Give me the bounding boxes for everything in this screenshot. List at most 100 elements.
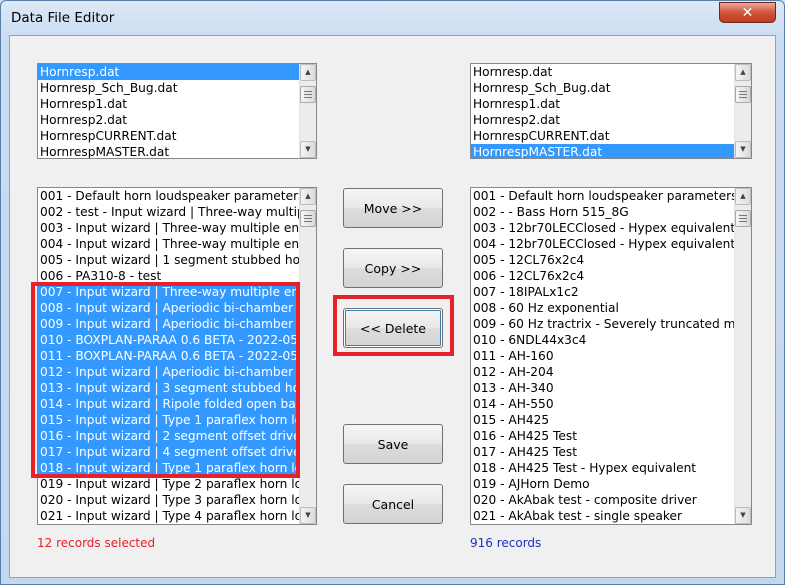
list-item[interactable]: 016 - Input wizard | 2 segment offset dr…: [38, 428, 299, 444]
scroll-thumb[interactable]: [300, 210, 316, 227]
list-item[interactable]: 006 - 12CL76x2c4: [471, 268, 734, 284]
list-item[interactable]: 020 - AkAbak test - composite driver: [471, 492, 734, 508]
scroll-up-button[interactable]: ▲: [735, 64, 751, 81]
list-item[interactable]: 021 - Input wizard | Type 4 paraflex hor…: [38, 508, 299, 524]
arrow-up-icon: ▲: [740, 192, 746, 200]
list-item[interactable]: 018 - AH425 Test - Hypex equivalent: [471, 460, 734, 476]
list-item[interactable]: HornrespMASTER.dat: [471, 144, 734, 158]
list-item[interactable]: 012 - AH-204: [471, 364, 734, 380]
list-item[interactable]: 001 - Default horn loudspeaker parameter…: [471, 188, 734, 204]
list-item[interactable]: 011 - BOXPLAN-PARAA 0.6 BETA - 2022-05: [38, 348, 299, 364]
scroll-down-button[interactable]: ▼: [735, 141, 751, 158]
list-item[interactable]: 016 - AH425 Test: [471, 428, 734, 444]
list-item[interactable]: Hornresp2.dat: [471, 112, 734, 128]
list-item[interactable]: 019 - AJHorn Demo: [471, 476, 734, 492]
list-item[interactable]: 006 - PA310-8 - test: [38, 268, 299, 284]
list-item[interactable]: 010 - BOXPLAN-PARAA 0.6 BETA - 2022-05: [38, 332, 299, 348]
destination-records-scrollbar[interactable]: ▲ ▼: [734, 188, 751, 524]
list-item[interactable]: 005 - Input wizard | 1 segment stubbed h…: [38, 252, 299, 268]
source-file-scrollbar[interactable]: ▲ ▼: [299, 64, 316, 158]
arrow-down-icon: ▼: [740, 511, 746, 519]
arrow-down-icon: ▼: [305, 145, 311, 153]
grip-icon: [304, 215, 312, 222]
list-item[interactable]: 002 - - Bass Horn 515_8G: [471, 204, 734, 220]
list-item[interactable]: 003 - 12br70LECClosed - Hypex equivalent: [471, 220, 734, 236]
scroll-up-button[interactable]: ▲: [300, 188, 316, 205]
close-icon: ✕: [741, 4, 754, 21]
list-item[interactable]: 012 - Input wizard | Aperiodic bi-chambe…: [38, 364, 299, 380]
list-item[interactable]: 008 - Input wizard | Aperiodic bi-chambe…: [38, 300, 299, 316]
list-item[interactable]: Hornresp.dat: [471, 64, 734, 80]
list-item[interactable]: 009 - Input wizard | Aperiodic bi-chambe…: [38, 316, 299, 332]
list-item[interactable]: 017 - Input wizard | 4 segment offset dr…: [38, 444, 299, 460]
source-record-rows: 001 - Default horn loudspeaker parameter…: [38, 188, 299, 524]
data-file-editor-window: Data File Editor ✕ Hornresp.dat Hornresp_…: [0, 0, 785, 585]
list-item[interactable]: HornrespMASTER.dat: [38, 144, 299, 158]
window-title: Data File Editor: [11, 10, 115, 26]
grip-icon: [739, 91, 747, 98]
list-item[interactable]: 018 - Input wizard | Type 1 paraflex hor…: [38, 460, 299, 476]
list-item[interactable]: 013 - Input wizard | 3 segment stubbed h…: [38, 380, 299, 396]
list-item[interactable]: Hornresp1.dat: [38, 96, 299, 112]
list-item[interactable]: 009 - 60 Hz tractrix - Severely truncate…: [471, 316, 734, 332]
delete-button[interactable]: << Delete: [343, 308, 443, 348]
save-button[interactable]: Save: [343, 424, 443, 464]
destination-record-count: 916 records: [470, 536, 542, 550]
cancel-button[interactable]: Cancel: [343, 484, 443, 524]
list-item[interactable]: 001 - Default horn loudspeaker parameter…: [38, 188, 299, 204]
source-selection-status: 12 records selected: [37, 536, 156, 550]
scroll-down-button[interactable]: ▼: [735, 507, 751, 524]
move-button[interactable]: Move >>: [343, 188, 443, 228]
list-item[interactable]: 020 - Input wizard | Type 3 paraflex hor…: [38, 492, 299, 508]
list-item[interactable]: 013 - AH-340: [471, 380, 734, 396]
grip-icon: [304, 91, 312, 98]
list-item[interactable]: 019 - Input wizard | Type 2 paraflex hor…: [38, 476, 299, 492]
list-item[interactable]: Hornresp1.dat: [471, 96, 734, 112]
arrow-down-icon: ▼: [740, 145, 746, 153]
source-records-scrollbar[interactable]: ▲ ▼: [299, 188, 316, 524]
scroll-down-button[interactable]: ▼: [300, 507, 316, 524]
list-item[interactable]: 007 - 18IPALx1c2: [471, 284, 734, 300]
source-file-rows: Hornresp.dat Hornresp_Sch_Bug.dat Hornresp…: [38, 64, 299, 158]
list-item[interactable]: 005 - 12CL76x2c4: [471, 252, 734, 268]
list-item[interactable]: 014 - Input wizard | Ripole folded open …: [38, 396, 299, 412]
destination-file-listbox[interactable]: Hornresp.dat Hornresp_Sch_Bug.dat Hornresp…: [470, 63, 752, 159]
list-item[interactable]: 008 - 60 Hz exponential: [471, 300, 734, 316]
source-records-listbox[interactable]: 001 - Default horn loudspeaker parameter…: [37, 187, 317, 525]
list-item[interactable]: 015 - AH425: [471, 412, 734, 428]
list-item[interactable]: Hornresp2.dat: [38, 112, 299, 128]
list-item[interactable]: Hornresp_Sch_Bug.dat: [38, 80, 299, 96]
list-item[interactable]: HornrespCURRENT.dat: [38, 128, 299, 144]
list-item[interactable]: Hornresp.dat: [38, 64, 299, 80]
list-item[interactable]: 010 - 6NDL44x3c4: [471, 332, 734, 348]
list-item[interactable]: 021 - AkAbak test - single speaker: [471, 508, 734, 524]
scroll-up-button[interactable]: ▲: [735, 188, 751, 205]
list-item[interactable]: 004 - 12br70LECClosed - Hypex equivalent: [471, 236, 734, 252]
scroll-thumb[interactable]: [735, 210, 751, 227]
scroll-thumb[interactable]: [735, 86, 751, 103]
arrow-down-icon: ▼: [305, 511, 311, 519]
destination-file-scrollbar[interactable]: ▲ ▼: [734, 64, 751, 158]
destination-record-rows: 001 - Default horn loudspeaker parameter…: [471, 188, 734, 524]
scroll-thumb[interactable]: [300, 86, 316, 103]
scroll-down-button[interactable]: ▼: [300, 141, 316, 158]
arrow-up-icon: ▲: [305, 68, 311, 76]
list-item[interactable]: 011 - AH-160: [471, 348, 734, 364]
list-item[interactable]: 014 - AH-550: [471, 396, 734, 412]
title-bar[interactable]: Data File Editor ✕: [1, 1, 784, 35]
destination-records-listbox[interactable]: 001 - Default horn loudspeaker parameter…: [470, 187, 752, 525]
scroll-up-button[interactable]: ▲: [300, 64, 316, 81]
arrow-up-icon: ▲: [740, 68, 746, 76]
list-item[interactable]: 015 - Input wizard | Type 1 paraflex hor…: [38, 412, 299, 428]
list-item[interactable]: 003 - Input wizard | Three-way multiple …: [38, 220, 299, 236]
list-item[interactable]: 004 - Input wizard | Three-way multiple …: [38, 236, 299, 252]
list-item[interactable]: 007 - Input wizard | Three-way multiple …: [38, 284, 299, 300]
source-file-listbox[interactable]: Hornresp.dat Hornresp_Sch_Bug.dat Hornresp…: [37, 63, 317, 159]
list-item[interactable]: 002 - test - Input wizard | Three-way mu…: [38, 204, 299, 220]
copy-button[interactable]: Copy >>: [343, 248, 443, 288]
close-button[interactable]: ✕: [719, 2, 776, 23]
list-item[interactable]: HornrespCURRENT.dat: [471, 128, 734, 144]
list-item[interactable]: 017 - AH425 Test: [471, 444, 734, 460]
list-item[interactable]: Hornresp_Sch_Bug.dat: [471, 80, 734, 96]
grip-icon: [739, 215, 747, 222]
